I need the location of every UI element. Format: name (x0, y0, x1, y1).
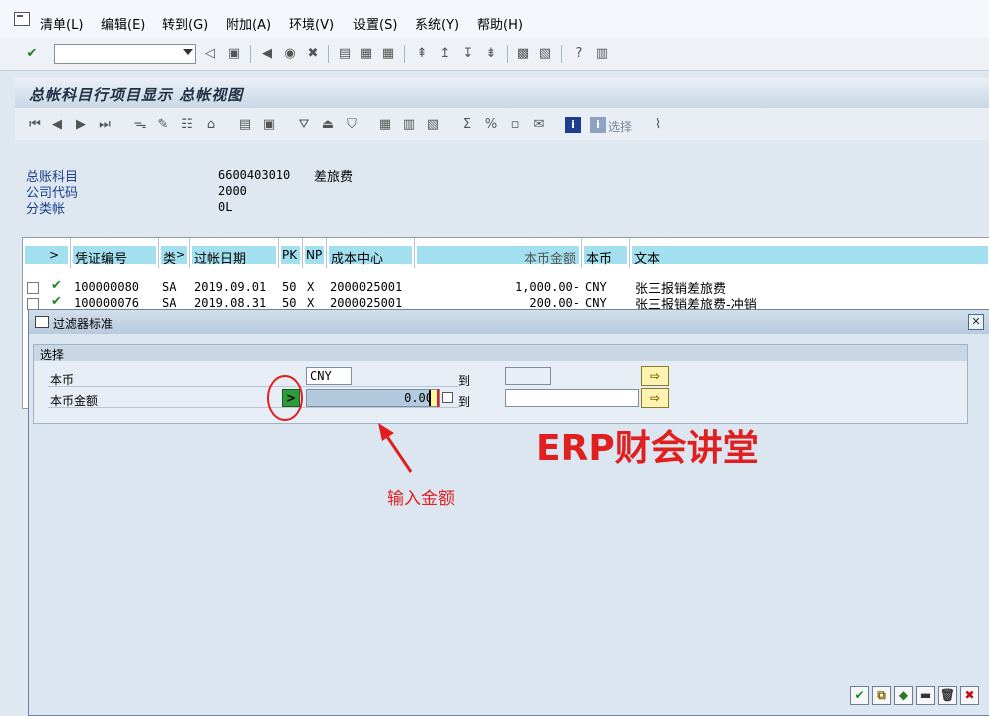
multiple-selection-icon[interactable]: ⧉ (872, 686, 891, 705)
watermark-text: ERP财会讲堂 (536, 428, 759, 469)
cancel-dialog-icon[interactable]: ✖ (960, 686, 979, 705)
annotation-circle (267, 375, 303, 421)
delete-icon[interactable]: 🗑 (938, 686, 957, 705)
options-icon[interactable]: ◆ (894, 686, 913, 705)
annotation-arrow-shaft (382, 431, 413, 473)
annotation-arrow-head (378, 423, 394, 441)
save-variant-icon[interactable]: ▬ (916, 686, 935, 705)
annotation-hint-text: 输入金额 (387, 489, 455, 509)
annotation-overlay (267, 375, 413, 473)
confirm-check-icon[interactable]: ✔ (850, 686, 869, 705)
